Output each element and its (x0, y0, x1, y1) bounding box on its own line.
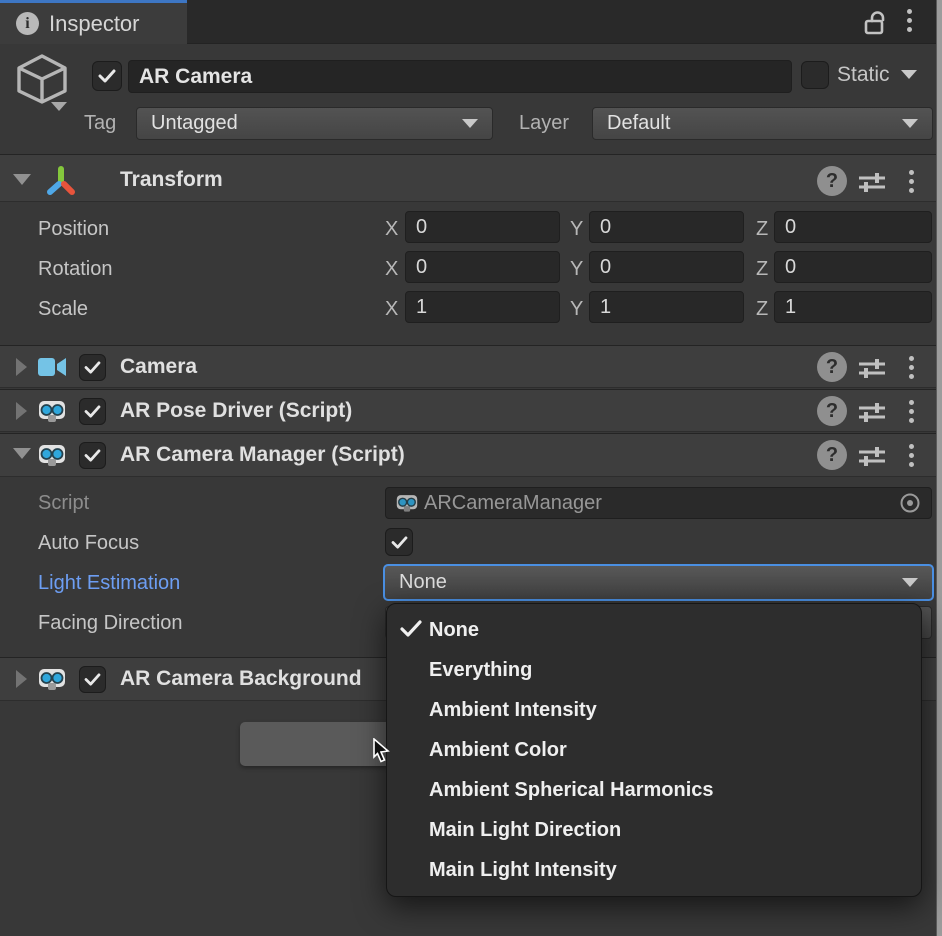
rotation-y-input[interactable] (589, 251, 744, 283)
auto-focus-label: Auto Focus (38, 532, 139, 555)
light-estimation-popup: None Everything Ambient Intensity Ambien… (386, 603, 922, 897)
rotation-label: Rotation (38, 258, 113, 281)
layer-dropdown-arrow-icon (902, 119, 918, 128)
rotation-z-input[interactable] (774, 251, 932, 283)
scale-x-axis-label: X (385, 298, 398, 321)
scale-y-axis-label: Y (570, 298, 583, 321)
script-value: ARCameraManager (424, 492, 602, 515)
layer-dropdown[interactable]: Default (592, 107, 933, 140)
light-estimation-dropdown[interactable]: None (383, 564, 934, 601)
check-icon (400, 620, 422, 638)
background-title: AR Camera Background (120, 667, 362, 691)
ar-script-icon (38, 665, 66, 693)
position-x-axis-label: X (385, 218, 398, 241)
camera-icon (38, 355, 68, 379)
transform-foldout-icon[interactable] (13, 174, 31, 185)
mouse-cursor (370, 738, 392, 764)
camera-manager-title: AR Camera Manager (Script) (120, 443, 405, 467)
scale-z-input[interactable] (774, 291, 932, 323)
tab-inspector[interactable]: i Inspector (0, 0, 187, 44)
unlock-icon[interactable] (862, 8, 890, 38)
scale-label: Scale (38, 298, 88, 321)
popup-item-everything[interactable]: Everything (387, 650, 921, 690)
camera-help-icon[interactable]: ? (817, 352, 847, 382)
camera-foldout-icon[interactable] (16, 358, 27, 376)
scale-x-input[interactable] (405, 291, 560, 323)
ar-script-icon (38, 397, 66, 425)
tag-dropdown-arrow-icon (462, 119, 478, 128)
camera-manager-kebab-menu-icon[interactable] (908, 444, 914, 467)
layer-value: Default (607, 112, 670, 135)
gameobject-name-input[interactable] (128, 60, 792, 93)
pose-driver-enabled-checkbox[interactable] (79, 398, 106, 425)
popup-item-main-light-direction[interactable]: Main Light Direction (387, 810, 921, 850)
background-foldout-icon[interactable] (16, 670, 27, 688)
light-estimation-dropdown-arrow-icon (902, 578, 918, 587)
ar-script-icon (396, 492, 418, 514)
ar-script-icon (38, 441, 66, 469)
gameobject-active-checkbox[interactable] (92, 61, 122, 91)
rotation-y-axis-label: Y (570, 258, 583, 281)
transform-help-icon[interactable]: ? (817, 166, 847, 196)
tag-value: Untagged (151, 112, 238, 135)
popup-item-none[interactable]: None (387, 610, 921, 650)
object-picker-icon[interactable] (899, 492, 921, 514)
scale-y-input[interactable] (589, 291, 744, 323)
light-estimation-value: None (399, 571, 447, 594)
tag-dropdown[interactable]: Untagged (136, 107, 493, 140)
camera-manager-help-icon[interactable]: ? (817, 440, 847, 470)
rotation-x-axis-label: X (385, 258, 398, 281)
window-edge (936, 0, 942, 936)
static-label[interactable]: Static (837, 63, 890, 87)
tab-kebab-menu-icon[interactable] (906, 9, 912, 32)
gameobject-cube-icon[interactable] (13, 53, 71, 105)
layer-label: Layer (519, 112, 569, 135)
gameobject-icon-arrow[interactable] (51, 102, 67, 111)
pose-driver-foldout-icon[interactable] (16, 402, 27, 420)
scale-z-axis-label: Z (756, 298, 768, 321)
camera-title: Camera (120, 355, 197, 379)
inspector-panel: i Inspector Static Tag Untagged Layer De… (0, 0, 942, 936)
rotation-x-input[interactable] (405, 251, 560, 283)
popup-item-ambient-spherical-harmonics[interactable]: Ambient Spherical Harmonics (387, 770, 921, 810)
position-y-axis-label: Y (570, 218, 583, 241)
rotation-z-axis-label: Z (756, 258, 768, 281)
pose-driver-title: AR Pose Driver (Script) (120, 399, 352, 423)
static-checkbox[interactable] (801, 61, 829, 89)
pose-driver-help-icon[interactable]: ? (817, 396, 847, 426)
camera-kebab-menu-icon[interactable] (908, 356, 914, 379)
transform-title: Transform (120, 168, 223, 192)
tab-title: Inspector (49, 11, 140, 37)
camera-manager-presets-icon[interactable] (858, 444, 886, 468)
transform-presets-icon[interactable] (858, 170, 886, 194)
camera-enabled-checkbox[interactable] (79, 354, 106, 381)
transform-icon (44, 164, 78, 198)
position-z-axis-label: Z (756, 218, 768, 241)
position-x-input[interactable] (405, 211, 560, 243)
position-label: Position (38, 218, 109, 241)
static-dropdown-arrow-icon[interactable] (901, 70, 917, 79)
light-estimation-label: Light Estimation (38, 572, 180, 595)
camera-manager-enabled-checkbox[interactable] (79, 442, 106, 469)
script-label: Script (38, 492, 89, 515)
transform-kebab-menu-icon[interactable] (908, 170, 914, 193)
background-enabled-checkbox[interactable] (79, 666, 106, 693)
camera-presets-icon[interactable] (858, 356, 886, 380)
popup-item-ambient-color[interactable]: Ambient Color (387, 730, 921, 770)
facing-direction-label: Facing Direction (38, 612, 183, 635)
position-z-input[interactable] (774, 211, 932, 243)
tag-label: Tag (84, 112, 116, 135)
tab-bar: i Inspector (0, 0, 936, 44)
popup-item-main-light-intensity[interactable]: Main Light Intensity (387, 850, 921, 890)
camera-manager-foldout-icon[interactable] (13, 448, 31, 459)
info-icon: i (16, 12, 39, 35)
position-y-input[interactable] (589, 211, 744, 243)
script-object-field[interactable]: ARCameraManager (385, 487, 932, 519)
pose-driver-kebab-menu-icon[interactable] (908, 400, 914, 423)
popup-item-ambient-intensity[interactable]: Ambient Intensity (387, 690, 921, 730)
pose-driver-presets-icon[interactable] (858, 400, 886, 424)
auto-focus-checkbox[interactable] (385, 528, 413, 556)
